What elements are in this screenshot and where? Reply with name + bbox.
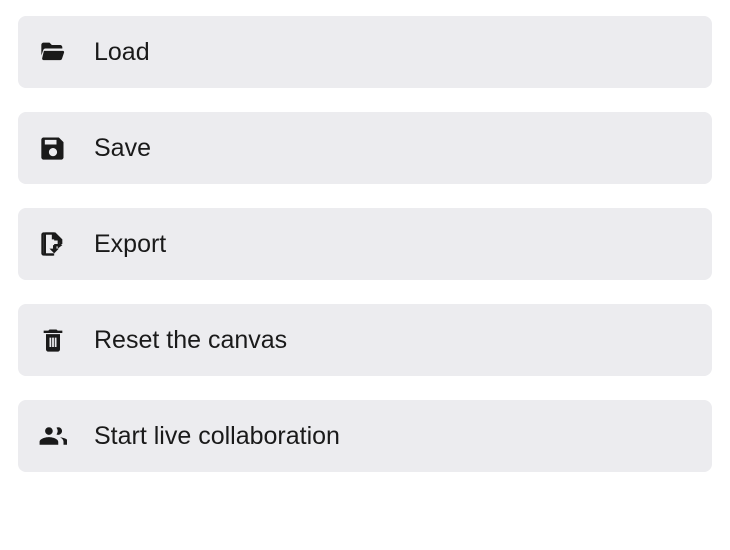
menu-item-export[interactable]: Export xyxy=(18,208,712,280)
users-icon xyxy=(38,421,68,451)
menu-item-save[interactable]: Save xyxy=(18,112,712,184)
menu-item-label: Reset the canvas xyxy=(94,326,287,355)
menu-item-load[interactable]: Load xyxy=(18,16,712,88)
menu-item-label: Save xyxy=(94,134,151,163)
trash-icon xyxy=(38,325,68,355)
menu-item-live-collaboration[interactable]: Start live collaboration xyxy=(18,400,712,472)
menu-item-reset-canvas[interactable]: Reset the canvas xyxy=(18,304,712,376)
save-icon xyxy=(38,133,68,163)
menu-item-label: Load xyxy=(94,38,150,67)
export-icon xyxy=(38,229,68,259)
menu-item-label: Start live collaboration xyxy=(94,422,340,451)
menu-item-label: Export xyxy=(94,230,166,259)
folder-open-icon xyxy=(38,37,68,67)
